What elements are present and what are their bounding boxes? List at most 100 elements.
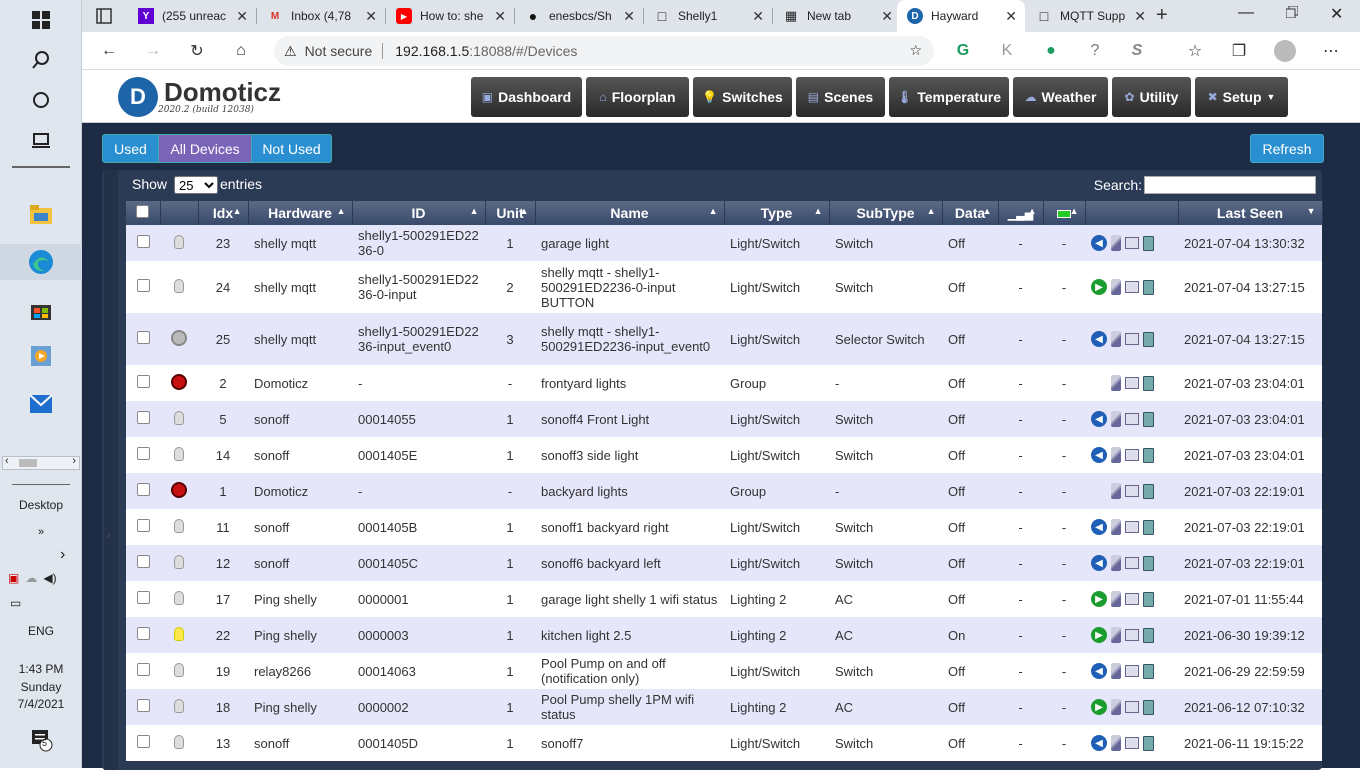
url-path[interactable]: :18088/#/Devices xyxy=(469,43,577,59)
selector-switch-icon[interactable] xyxy=(171,329,187,346)
lightbulb-off-icon[interactable] xyxy=(174,518,184,533)
scroll-left-icon[interactable]: ‹ xyxy=(5,455,9,467)
row-checkbox[interactable] xyxy=(136,411,150,424)
timers-icon[interactable] xyxy=(1125,449,1139,461)
scroll-right-icon[interactable]: › xyxy=(72,455,76,467)
idx-header[interactable]: Idx ▲ xyxy=(198,201,249,225)
file-explorer-icon[interactable] xyxy=(16,196,66,232)
unit-header[interactable]: Unit ▲ xyxy=(485,201,536,225)
tab-shelly1[interactable]: □ Shelly1 ✕ xyxy=(644,0,772,32)
close-tab-icon[interactable]: ✕ xyxy=(623,8,635,25)
row-checkbox[interactable] xyxy=(136,591,150,604)
lightbulb-off-icon[interactable] xyxy=(174,234,184,249)
delete-icon[interactable] xyxy=(1143,591,1154,607)
close-tab-icon[interactable]: ✕ xyxy=(881,8,893,25)
close-tab-icon[interactable]: ✕ xyxy=(1134,8,1146,25)
refresh-icon[interactable]: ↻ xyxy=(184,38,210,64)
network-icon[interactable]: ▭ xyxy=(10,596,21,610)
back-arrow-icon[interactable]: ← xyxy=(96,38,122,64)
clock-time[interactable]: 1:43 PM xyxy=(0,662,82,676)
row-checkbox[interactable] xyxy=(136,519,150,532)
rename-icon[interactable] xyxy=(1111,591,1121,607)
chevron-right-icon[interactable]: › xyxy=(60,546,65,564)
security-alert-icon[interactable]: ▣ xyxy=(8,571,19,585)
delete-icon[interactable] xyxy=(1143,411,1154,427)
hardware-header[interactable]: Hardware ▲ xyxy=(248,201,353,225)
row-checkbox[interactable] xyxy=(136,331,150,344)
close-tab-icon[interactable]: ✕ xyxy=(1005,8,1017,25)
nav-utility-button[interactable]: ✿ Utility xyxy=(1112,77,1191,117)
lightbulb-off-icon[interactable] xyxy=(174,446,184,461)
refresh-button[interactable]: Refresh xyxy=(1250,134,1324,163)
rename-icon[interactable] xyxy=(1111,375,1121,391)
volume-icon[interactable]: ◀) xyxy=(43,571,56,585)
minimize-icon[interactable]: — xyxy=(1238,4,1254,22)
subtype-header[interactable]: SubType ▲ xyxy=(829,201,943,225)
warning-icon[interactable]: ⚠ xyxy=(284,43,297,60)
rename-icon[interactable] xyxy=(1111,331,1121,347)
log-icon[interactable]: ◀ xyxy=(1091,555,1107,571)
lightbulb-on-icon[interactable] xyxy=(174,626,184,641)
log-icon[interactable]: ◀ xyxy=(1091,735,1107,751)
nav-weather-button[interactable]: ☁ Weather xyxy=(1013,77,1108,117)
log-icon[interactable]: ◀ xyxy=(1091,411,1107,427)
row-checkbox[interactable] xyxy=(136,699,150,712)
more-menu-icon[interactable]: ⋯ xyxy=(1318,38,1344,64)
rename-icon[interactable] xyxy=(1111,235,1121,251)
grammarly-icon[interactable]: G xyxy=(950,38,976,64)
delete-icon[interactable] xyxy=(1143,555,1154,571)
delete-icon[interactable] xyxy=(1143,483,1154,499)
select-all-header[interactable] xyxy=(126,201,161,225)
select-all-checkbox[interactable] xyxy=(136,205,150,218)
extension-notification-icon[interactable]: ● xyxy=(1038,38,1064,64)
timers-icon[interactable] xyxy=(1125,281,1139,293)
rename-icon[interactable] xyxy=(1111,663,1121,679)
last-seen-header[interactable]: Last Seen ▼ xyxy=(1178,201,1323,225)
home-icon[interactable]: ⌂ xyxy=(228,38,254,64)
collapse-arrow-icon[interactable]: › xyxy=(107,530,110,541)
tab-gmail[interactable]: M Inbox (4,78 ✕ xyxy=(257,0,385,32)
notification-center-icon[interactable]: 5 xyxy=(32,730,54,755)
forward-arrow-icon[interactable]: → xyxy=(140,38,166,64)
name-header[interactable]: Name ▲ xyxy=(535,201,725,225)
delete-icon[interactable] xyxy=(1143,627,1154,643)
desktop-label[interactable]: Desktop xyxy=(0,498,82,512)
row-checkbox[interactable] xyxy=(136,555,150,568)
address-bar[interactable]: ⚠ Not secure 192.168.1.5 :18088/#/Device… xyxy=(274,36,934,66)
lightbulb-off-icon[interactable] xyxy=(174,278,184,293)
log-icon[interactable]: ◀ xyxy=(1091,331,1107,347)
collections-icon[interactable]: ❐ xyxy=(1226,38,1252,64)
nav-setup-button[interactable]: ✖ Setup ▼ xyxy=(1195,77,1288,117)
row-checkbox[interactable] xyxy=(136,483,150,496)
delete-icon[interactable] xyxy=(1143,375,1154,391)
row-checkbox[interactable] xyxy=(136,447,150,460)
extension-question-icon[interactable]: ? xyxy=(1082,38,1108,64)
close-tab-icon[interactable]: ✕ xyxy=(752,8,764,25)
rename-icon[interactable] xyxy=(1111,627,1121,643)
nav-temperature-button[interactable]: 🌡 Temperature xyxy=(889,77,1009,117)
filter-all-devices-button[interactable]: All Devices xyxy=(158,134,252,163)
data-header[interactable]: Data ▲ xyxy=(942,201,999,225)
timers-icon[interactable] xyxy=(1125,377,1139,389)
mail-icon[interactable] xyxy=(16,386,66,422)
id-header[interactable]: ID ▲ xyxy=(352,201,486,225)
tab-new-tab[interactable]: ▦ New tab ✕ xyxy=(773,0,901,32)
close-tab-icon[interactable]: ✕ xyxy=(494,8,506,25)
row-checkbox[interactable] xyxy=(136,663,150,676)
new-tab-plus-icon[interactable]: + xyxy=(1156,4,1168,27)
cortana-icon[interactable] xyxy=(16,82,66,118)
lightbulb-off-icon[interactable] xyxy=(174,410,184,425)
tab-youtube[interactable]: ▶ How to: she ✕ xyxy=(386,0,514,32)
not-secure-label[interactable]: Not secure xyxy=(305,43,373,59)
expand-chevron-icon[interactable]: » xyxy=(0,526,82,538)
row-checkbox[interactable] xyxy=(136,735,150,748)
tab-mqtt[interactable]: □ MQTT Supp ✕ xyxy=(1026,0,1154,32)
delete-icon[interactable] xyxy=(1143,663,1154,679)
close-window-icon[interactable]: ✕ xyxy=(1330,4,1343,24)
timers-icon[interactable] xyxy=(1125,237,1139,249)
log-green-icon[interactable]: ▶ xyxy=(1091,699,1107,715)
tab-hayward[interactable]: D Hayward ✕ xyxy=(897,0,1025,32)
log-icon[interactable]: ◀ xyxy=(1091,447,1107,463)
timers-icon[interactable] xyxy=(1125,665,1139,677)
lightbulb-off-icon[interactable] xyxy=(174,590,184,605)
